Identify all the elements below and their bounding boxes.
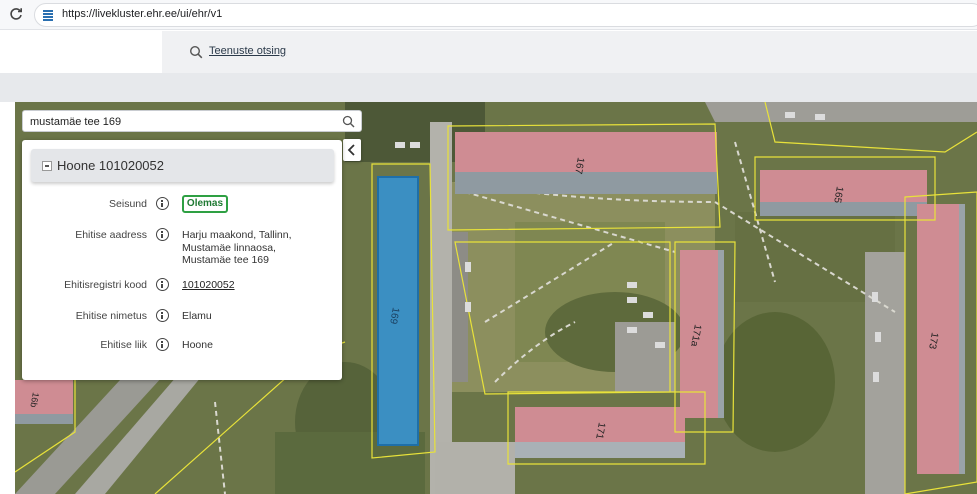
info-label: Ehitise aadress [75, 229, 147, 241]
panel-header[interactable]: Hoone 101020052 [31, 149, 334, 182]
panel-title: Hoone 101020052 [57, 158, 164, 173]
service-search-link[interactable]: Teenuste otsing [209, 45, 286, 57]
building-16b[interactable]: 16b [15, 380, 73, 424]
registry-code-link[interactable]: 101020052 [182, 279, 235, 292]
status-badge: Olemas [182, 195, 228, 213]
info-icon[interactable] [156, 228, 169, 241]
address-line: Mustamäe tee 169 [182, 254, 269, 266]
reload-icon[interactable] [8, 6, 24, 22]
info-icon[interactable] [156, 309, 169, 322]
address-line: Mustamäe linnaosa, [182, 241, 276, 254]
info-label: Ehitise nimetus [75, 310, 147, 322]
search-icon [189, 45, 203, 59]
building-171a[interactable]: 171a [680, 250, 724, 418]
info-label: Ehitisregistri kood [64, 279, 147, 291]
info-value: Hoone [182, 339, 213, 351]
building-167[interactable]: 167 [455, 132, 717, 194]
info-icon[interactable] [156, 278, 169, 291]
address-search-box[interactable] [22, 110, 362, 132]
header-logo-area [0, 31, 162, 73]
site-header: Teenuste otsing [0, 31, 977, 73]
address-bar[interactable]: https://livekluster.ehr.ee/ui/ehr/v1 [34, 3, 977, 27]
page-spacer [0, 73, 977, 102]
info-icon[interactable] [156, 197, 169, 210]
info-label: Seisund [109, 198, 147, 210]
site-favicon-icon [43, 10, 53, 21]
info-label: Ehitise liik [100, 339, 147, 351]
browser-toolbar: https://livekluster.ehr.ee/ui/ehr/v1 [0, 0, 977, 30]
info-icon[interactable] [156, 338, 169, 351]
building-info-panel: Hoone 101020052 Seisund Olemas Ehitise a… [22, 140, 342, 380]
address-line: Harju maakond, Tallinn, [182, 229, 292, 241]
building-165[interactable]: 165 [760, 170, 927, 216]
service-search-bar[interactable]: Teenuste otsing [162, 31, 977, 73]
building-169-selected[interactable]: 169 [377, 176, 419, 446]
collapse-section-icon[interactable] [42, 161, 52, 171]
building-171[interactable]: 171 [515, 407, 685, 458]
url-text: https://livekluster.ehr.ee/ui/ehr/v1 [62, 8, 223, 20]
building-173[interactable]: 173 [917, 204, 965, 474]
collapse-panel-button[interactable] [343, 139, 361, 161]
address-value: Harju maakond, Tallinn, Mustamäe linnaos… [182, 229, 292, 267]
chevron-left-icon [347, 144, 355, 156]
address-search-input[interactable] [30, 113, 330, 130]
search-icon[interactable] [342, 115, 355, 128]
info-value: Elamu [182, 310, 212, 322]
